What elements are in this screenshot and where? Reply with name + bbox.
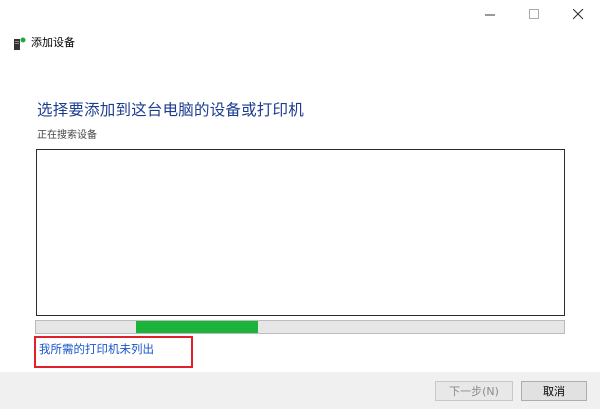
minimize-button[interactable] [468, 0, 512, 28]
cancel-button[interactable]: 取消 [521, 381, 587, 401]
maximize-button[interactable] [512, 0, 556, 28]
printer-device-icon [14, 36, 26, 50]
progress-fill [136, 321, 258, 333]
search-status: 正在搜索设备 [37, 130, 97, 141]
page-title: 选择要添加到这台电脑的设备或打印机 [37, 101, 304, 119]
wizard-header: 添加设备 [14, 36, 75, 50]
highlight-box: 我所需的打印机未列出 [34, 336, 193, 368]
wizard-footer: 下一步(N) 取消 [0, 372, 600, 409]
search-progress-bar [35, 320, 565, 334]
maximize-icon [528, 8, 539, 19]
wizard-title: 添加设备 [31, 36, 75, 49]
next-button[interactable]: 下一步(N) [435, 381, 513, 401]
minimize-icon [484, 14, 495, 15]
close-icon [572, 8, 583, 19]
printer-not-listed-link[interactable]: 我所需的打印机未列出 [39, 341, 154, 357]
device-list[interactable] [36, 149, 565, 316]
window-controls [468, 0, 600, 28]
close-button[interactable] [556, 0, 600, 28]
